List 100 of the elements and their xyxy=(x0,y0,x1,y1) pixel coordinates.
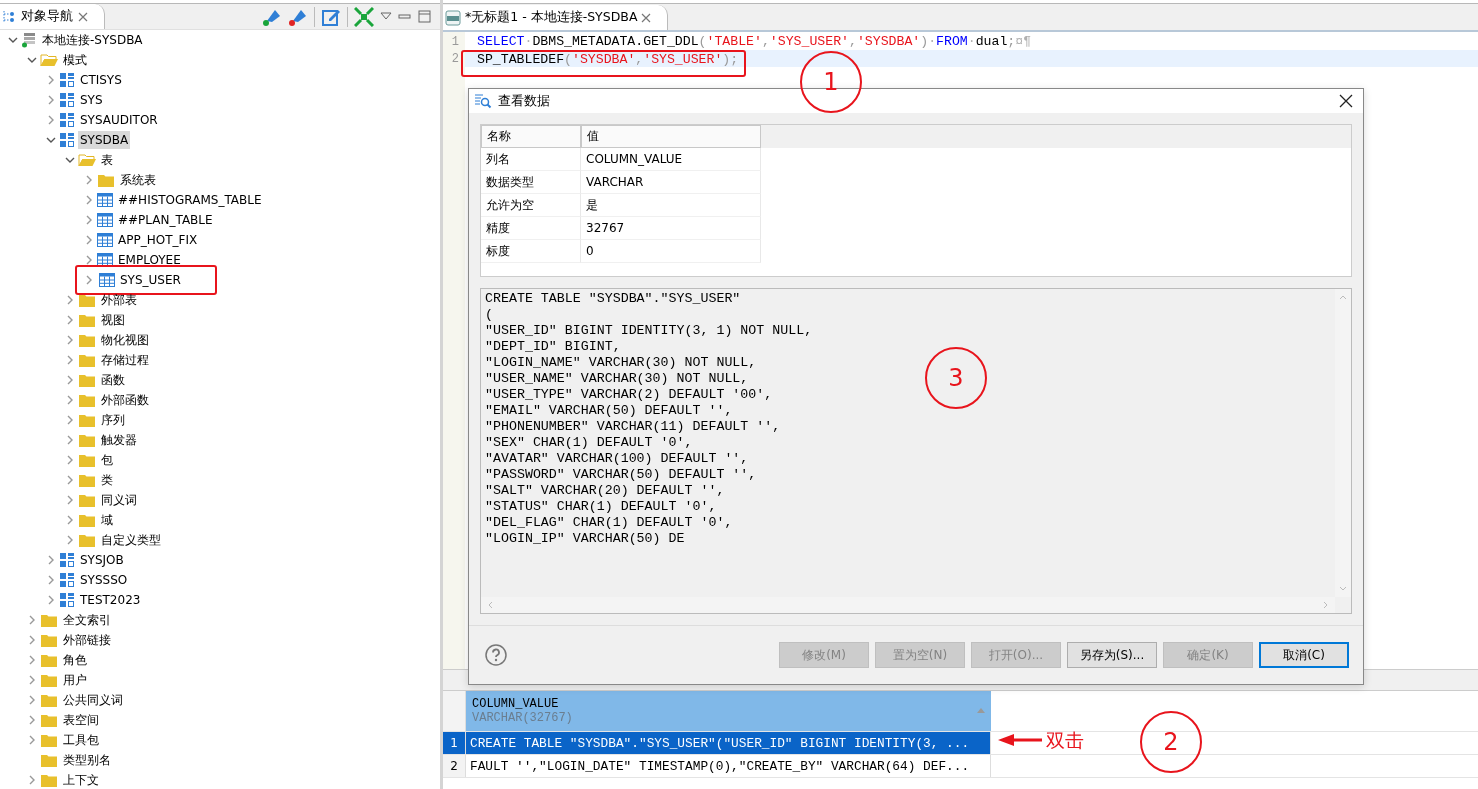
tree-item[interactable]: 同义词 xyxy=(99,489,139,511)
tree-item[interactable]: 外部链接 xyxy=(61,629,113,651)
expand-chevron-icon[interactable] xyxy=(84,195,94,205)
column-header[interactable]: 名称 xyxy=(481,125,581,148)
expand-chevron-icon[interactable] xyxy=(65,515,75,525)
expand-chevron-icon[interactable] xyxy=(65,435,75,445)
tree-item[interactable]: 用户 xyxy=(61,669,89,691)
tree-item[interactable]: 类型别名 xyxy=(61,749,113,771)
tree-item[interactable]: SYSSSO xyxy=(78,571,130,589)
tree-item[interactable]: TEST2023 xyxy=(78,591,143,609)
tree-item[interactable]: 本地连接-SYSDBA xyxy=(40,29,145,51)
expand-chevron-icon[interactable] xyxy=(65,375,75,385)
maximize-icon[interactable] xyxy=(418,9,432,24)
code-line: "DEPT_ID" BIGINT, xyxy=(485,339,621,355)
dialog-button[interactable]: 另存为(S)... xyxy=(1067,642,1157,668)
expand-chevron-icon[interactable] xyxy=(84,255,94,265)
expand-chevron-icon[interactable] xyxy=(27,675,37,685)
tree-item[interactable]: SYSAUDITOR xyxy=(78,111,160,129)
expand-chevron-icon[interactable] xyxy=(27,635,37,645)
expand-chevron-icon[interactable] xyxy=(84,275,94,285)
view-menu-icon[interactable] xyxy=(380,11,392,22)
expand-chevron-icon[interactable] xyxy=(84,215,94,225)
tree-item[interactable]: APP_HOT_FIX xyxy=(116,231,200,249)
editor-tab[interactable]: *无标题1 - 本地连接-SYSDBA xyxy=(443,5,669,30)
tree-item[interactable]: 视图 xyxy=(99,309,127,331)
tree-item[interactable]: 外部表 xyxy=(99,289,139,311)
expand-chevron-icon[interactable] xyxy=(84,235,94,245)
tree-item[interactable]: 角色 xyxy=(61,649,89,671)
tree-item[interactable]: 触发器 xyxy=(99,429,139,451)
minimize-icon[interactable] xyxy=(398,11,412,22)
expand-chevron-icon[interactable] xyxy=(46,75,56,85)
tree-item[interactable]: 存储过程 xyxy=(99,349,151,371)
collapse-chevron-icon[interactable] xyxy=(65,155,75,165)
tree-item[interactable]: ##PLAN_TABLE xyxy=(116,211,215,229)
navigator-tab[interactable]: 对象导航 xyxy=(0,4,105,29)
tree-item[interactable]: 系统表 xyxy=(118,169,158,191)
horizontal-scrollbar[interactable] xyxy=(481,597,1335,613)
tree-item[interactable]: 外部函数 xyxy=(99,389,151,411)
expand-chevron-icon[interactable] xyxy=(27,715,37,725)
expand-chevron-icon[interactable] xyxy=(65,395,75,405)
expand-chevron-icon[interactable] xyxy=(65,475,75,485)
tree-item[interactable]: ##HISTOGRAMS_TABLE xyxy=(116,191,264,209)
collapse-chevron-icon[interactable] xyxy=(8,35,18,45)
tree-item[interactable]: SYSDBA xyxy=(78,131,131,149)
scroll-down-icon[interactable] xyxy=(1339,586,1347,592)
tree-item[interactable]: EMPLOYEE xyxy=(116,251,183,269)
expand-chevron-icon[interactable] xyxy=(27,655,37,665)
expand-chevron-icon[interactable] xyxy=(27,775,37,785)
tree-item[interactable]: 模式 xyxy=(61,49,89,71)
tree-item[interactable]: 域 xyxy=(99,509,115,531)
column-header[interactable]: COLUMN_VALUE VARCHAR(32767) xyxy=(466,691,991,731)
tree-item[interactable]: 类 xyxy=(99,469,115,491)
expand-chevron-icon[interactable] xyxy=(65,315,75,325)
expand-chevron-icon[interactable] xyxy=(27,735,37,745)
expand-chevron-icon[interactable] xyxy=(65,335,75,345)
text-area[interactable] xyxy=(480,288,1352,614)
expand-chevron-icon[interactable] xyxy=(46,555,56,565)
expand-chevron-icon[interactable] xyxy=(65,415,75,425)
scroll-right-icon[interactable] xyxy=(1323,601,1329,609)
tree-item[interactable]: 工具包 xyxy=(61,729,101,751)
dialog-button[interactable]: 取消(C) xyxy=(1259,642,1349,668)
close-icon[interactable] xyxy=(1339,94,1353,108)
expand-chevron-icon[interactable] xyxy=(27,615,37,625)
vertical-scrollbar[interactable] xyxy=(1335,289,1351,597)
expand-chevron-icon[interactable] xyxy=(65,295,75,305)
code-line: "USER_ID" BIGINT IDENTITY(3, 1) NOT NULL, xyxy=(485,323,813,339)
expand-chevron-icon[interactable] xyxy=(46,595,56,605)
tree-item[interactable]: 全文索引 xyxy=(61,609,113,631)
expand-chevron-icon[interactable] xyxy=(27,695,37,705)
tree-item[interactable]: 函数 xyxy=(99,369,127,391)
tree-item[interactable]: 上下文 xyxy=(61,769,101,789)
collapse-all-icon[interactable] xyxy=(354,6,374,27)
tree-item[interactable]: CTISYS xyxy=(78,71,124,89)
tree-item[interactable]: 序列 xyxy=(99,409,127,431)
tree-item[interactable]: SYS xyxy=(78,91,105,109)
collapse-chevron-icon[interactable] xyxy=(27,55,37,65)
tree-item[interactable]: SYS_USER xyxy=(118,271,183,289)
folder-icon xyxy=(40,772,58,788)
column-header[interactable]: 值 xyxy=(581,125,761,148)
expand-chevron-icon[interactable] xyxy=(65,455,75,465)
scroll-left-icon[interactable] xyxy=(487,601,493,609)
expand-chevron-icon[interactable] xyxy=(84,175,94,185)
expand-chevron-icon[interactable] xyxy=(46,95,56,105)
expand-chevron-icon[interactable] xyxy=(65,495,75,505)
table-cell[interactable]: FAULT '',"LOGIN_DATE" TIMESTAMP(0),"CREATE_BY" VARCHAR(64) DEF... xyxy=(466,755,991,777)
help-icon[interactable] xyxy=(485,644,507,666)
table-cell[interactable]: CREATE TABLE "SYSDBA"."SYS_USER"("USER_ID" BIGINT IDENTITY(3, ... xyxy=(466,732,991,754)
tree-item[interactable]: 自定义类型 xyxy=(99,529,163,551)
tree-item[interactable]: SYSJOB xyxy=(78,551,126,569)
expand-chevron-icon[interactable] xyxy=(46,115,56,125)
expand-chevron-icon[interactable] xyxy=(46,575,56,585)
tree-item[interactable]: 物化视图 xyxy=(99,329,151,351)
collapse-chevron-icon[interactable] xyxy=(46,135,56,145)
scroll-up-icon[interactable] xyxy=(1339,294,1347,300)
tree-item[interactable]: 公共同义词 xyxy=(61,689,125,711)
tree-item[interactable]: 包 xyxy=(99,449,115,471)
tree-item[interactable]: 表 xyxy=(99,149,115,171)
expand-chevron-icon[interactable] xyxy=(65,535,75,545)
tree-item[interactable]: 表空间 xyxy=(61,709,101,731)
expand-chevron-icon[interactable] xyxy=(65,355,75,365)
